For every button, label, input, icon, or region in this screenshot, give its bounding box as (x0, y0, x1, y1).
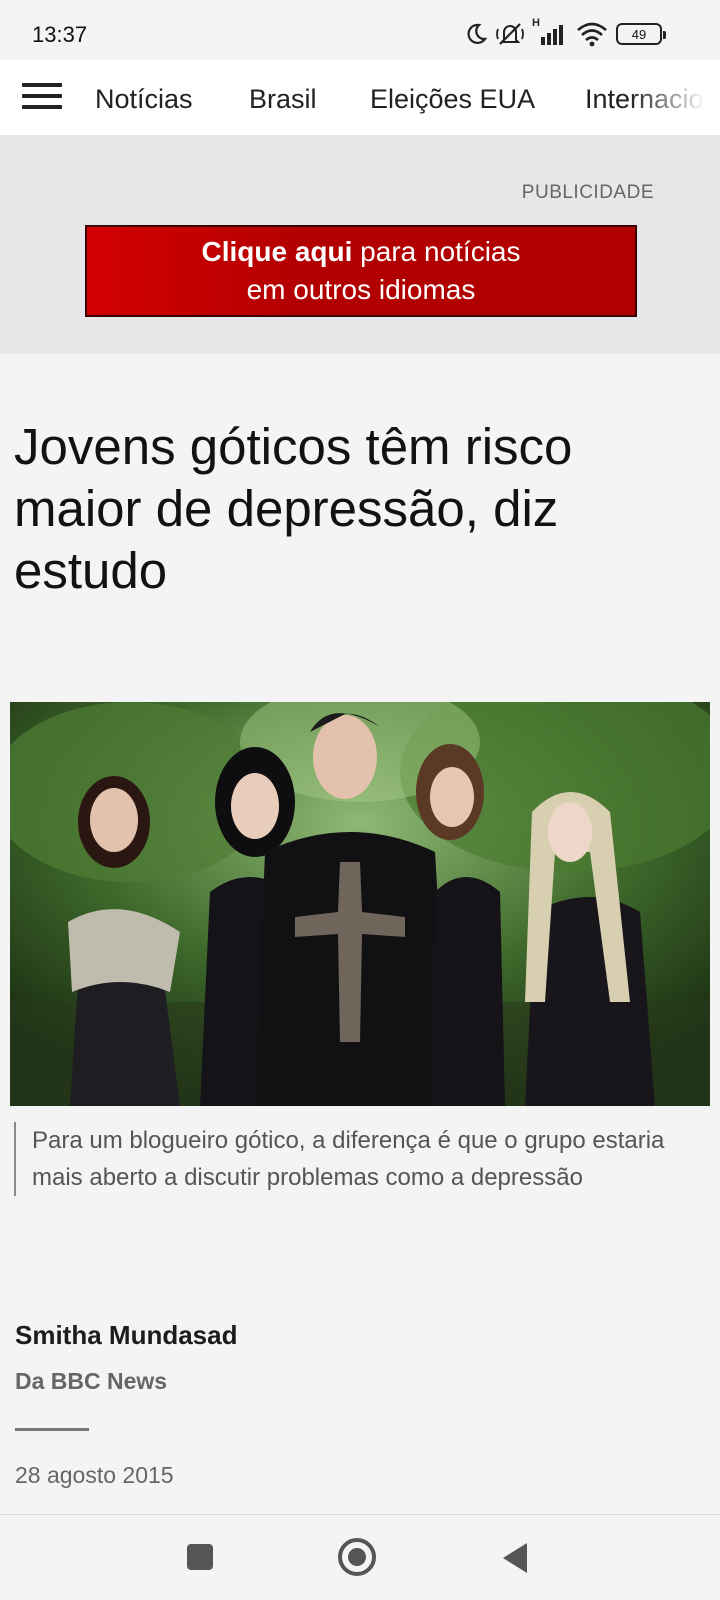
ad-banner-bold: Clique aqui (201, 236, 353, 267)
wifi-icon (577, 22, 607, 47)
battery-icon: 49 (616, 23, 666, 45)
battery-level: 49 (631, 26, 647, 42)
mute-icon (496, 23, 524, 45)
top-navigation: Notícias Brasil Eleições EUA Internacio (0, 60, 720, 136)
moon-icon (467, 23, 488, 44)
ad-banner-line1: Clique aqui para notícias (201, 233, 520, 271)
status-bar: 13:37 H 49 (0, 0, 720, 60)
image-caption: Para um blogueiro gótico, a diferença é … (14, 1122, 694, 1196)
ad-banner[interactable]: Clique aqui para notícias em outros idio… (85, 225, 637, 317)
advertisement-section: PUBLICIDADE Clique aqui para notícias em… (0, 136, 720, 354)
nav-item-eleicoes-eua[interactable]: Eleições EUA (370, 84, 535, 115)
article-hero-image (10, 702, 710, 1106)
ad-banner-line2: em outros idiomas (246, 274, 476, 305)
home-circle-icon[interactable] (338, 1538, 376, 1576)
status-time: 13:37 (32, 22, 88, 47)
signal-icon: H (532, 17, 568, 47)
nav-item-noticias[interactable]: Notícias (95, 84, 193, 115)
author-name: Smitha Mundasad (15, 1320, 238, 1350)
author-source: Da BBC News (15, 1368, 168, 1394)
network-type-label: H (532, 17, 540, 29)
article-date: 28 agosto 2015 (15, 1462, 174, 1488)
system-navigation-bar (0, 1514, 720, 1600)
back-triangle-icon[interactable] (503, 1543, 527, 1573)
nav-item-internacional[interactable]: Internacio (585, 84, 704, 115)
ad-banner-rest: para notícias (352, 236, 521, 267)
byline-divider (15, 1428, 89, 1431)
hamburger-menu-icon[interactable] (22, 83, 62, 113)
ad-label: PUBLICIDADE (521, 182, 654, 203)
status-icons: H 49 (464, 17, 666, 48)
article-headline: Jovens góticos têm risco maior de depres… (14, 418, 573, 599)
recents-square-icon[interactable] (187, 1544, 213, 1570)
nav-item-brasil[interactable]: Brasil (249, 84, 317, 115)
